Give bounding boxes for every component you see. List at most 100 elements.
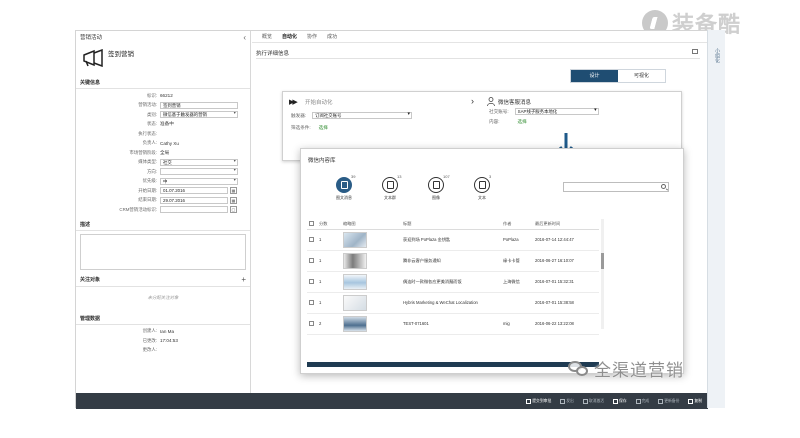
campaign-name: 签到营销 [108,51,134,58]
condition-select-link[interactable]: 选择 [319,125,328,131]
update-backup-button[interactable]: 更新备份 [658,399,679,404]
field-media-type: 媒体类型: 社交 [76,158,250,168]
table-header-row: 分数 缩略图 标题 作者 最后更新时间 [307,219,599,230]
news-icon [336,177,352,193]
start-date-input[interactable]: 01.07.2016 [160,187,228,195]
col-title[interactable]: 标题 [401,219,501,230]
section-admin-title: 管理数据 [76,313,250,325]
row-checkbox[interactable] [307,250,317,272]
tab-collaboration[interactable]: 协作 [307,33,317,40]
row-date: 2016-07-01 15:38:58 [533,292,599,314]
content-table: 分数 缩略图 标题 作者 最后更新时间 1 获迎到场 PoPlaza 金钥匙 P… [307,219,599,335]
search-icon[interactable] [661,184,666,189]
table-row[interactable]: 1 Hybris Marketing & WeChat Localization… [307,292,599,314]
row-checkbox[interactable] [307,229,317,251]
table-row[interactable]: 1 腾非云客户服务通知 缘卡卡管 2016-06-27 16:10:07 [307,250,599,272]
table-scrollbar[interactable] [601,219,604,329]
deactivate-button[interactable]: 取消激活 [583,399,604,404]
field-changed-by: 更改人: [142,347,157,353]
campaign-detail-panel: 营销活动 ‹ 签到营销 关键信息 标识: 66212 营销活动: 签到营销 类别: 微… [76,31,251,409]
tab-automation[interactable]: 自动化 [282,33,297,40]
row-author: mig [501,313,533,335]
end-date-input[interactable]: 29.07.2016 [160,196,228,204]
document-icon [382,177,398,193]
action-content-row: 内容: 选择 [489,119,527,125]
collapse-panel-button[interactable]: ‹ [243,33,246,42]
col-author[interactable]: 作者 [501,219,533,230]
type-text[interactable]: 3 文本 [459,174,505,201]
col-last-updated[interactable]: 最后更新时间 [533,219,599,230]
bottom-toolbar: 提交到审批 发出 取消激活 保存 完成 更新备份 复制 [76,393,708,409]
row-checkbox[interactable] [307,271,317,293]
condition-label: 筛选条件: [291,125,311,130]
dialog-footer-bar [307,362,599,367]
row-title: 偶连时一款微各应更美消麵而饭 [401,271,501,293]
field-type: 类别: 微信基于触发器的营销 [76,110,250,120]
megaphone-icon [83,49,103,67]
row-thumbnail [341,229,401,251]
row-author: 上海微信 [501,271,533,293]
media-type-select[interactable]: 社交 [160,158,238,166]
col-score[interactable]: 分数 [317,219,341,230]
trigger-select[interactable]: 订阅社交账号 [312,112,413,119]
direction-select[interactable] [160,168,238,176]
submit-approval-button[interactable]: 提交到审批 [526,399,551,404]
row-date: 2016-06-22 13:22:08 [533,313,599,335]
row-date: 2016-07-01 15:32:31 [533,271,599,293]
view-mode-toggle: 设计 可视化 [570,69,666,83]
copy-button[interactable]: 复制 [688,399,702,404]
row-author: 缘卡卡管 [501,250,533,272]
content-type-filter: 39 图文消息 13 文本群 107 图像 3 文本 [321,174,505,201]
field-id: 标识: 66212 [146,92,173,99]
add-target-button[interactable]: + [241,275,246,284]
row-author [501,292,533,314]
select-all-checkbox[interactable] [307,219,317,230]
side-panel-strip[interactable]: 小组化 [707,30,725,408]
design-view-button[interactable]: 设计 [571,70,618,82]
save-button[interactable]: 保存 [613,399,627,404]
row-thumbnail [341,271,401,293]
send-button[interactable]: 发出 [560,399,574,404]
priority-select[interactable]: 中 [160,177,238,185]
field-name: 营销活动: 签到营销 [76,101,250,111]
visual-view-button[interactable]: 可视化 [618,70,665,82]
execution-details-title: 执行详细信息 [256,51,290,57]
table-row[interactable]: 1 偶连时一款微各应更美消麵而饭 上海微信 2016-07-01 15:32:3… [307,271,599,293]
trigger-title: 开始自动化 [305,100,333,106]
scrollbar-thumb[interactable] [601,253,604,269]
crm-id-input[interactable] [160,206,228,214]
row-checkbox[interactable] [307,313,317,335]
row-author: PoPlaza [501,229,533,251]
maximize-icon[interactable] [692,49,698,54]
row-score: 1 [317,250,341,272]
type-text-group[interactable]: 13 文本群 [367,174,413,201]
type-news-message[interactable]: 39 图文消息 [321,174,367,201]
field-created-by: 创建人: Ian Ma [142,328,175,334]
action-account-select[interactable]: SAP线子服务本地化 [514,108,599,115]
dialog-title: 微信内容库 [308,158,336,164]
thumbnail-image [343,294,367,311]
row-checkbox[interactable] [307,292,317,314]
trigger-label: 触发器: [291,112,307,118]
table-row[interactable]: 2 TEST-071601 mig 2016-06-22 13:22:08 [307,313,599,335]
value-help-icon[interactable]: ▢ [230,206,237,214]
table-row[interactable]: 1 获迎到场 PoPlaza 金钥匙 PoPlaza 2016-07-14 12… [307,229,599,251]
field-end-date: 结束日期: 29.07.2016 ▦ [138,196,237,204]
action-content-select-link[interactable]: 选择 [517,119,526,125]
tab-success[interactable]: 成功 [327,33,337,40]
campaign-title-block: 签到营销 [76,43,250,77]
content-search-input[interactable] [563,182,669,192]
campaign-name-input[interactable]: 签到营销 [160,101,238,109]
description-textarea[interactable] [80,233,246,270]
campaign-type-select[interactable]: 微信基于触发器的营销 [160,111,238,119]
field-status: 状态: 准备中 [146,121,174,127]
col-thumbnail[interactable]: 缩略图 [341,219,401,230]
calendar-icon[interactable]: ▦ [230,187,237,195]
side-panel-label: 小组化 [714,48,720,63]
type-image[interactable]: 107 图像 [413,174,459,201]
row-title: Hybris Marketing & WeChat Localization [401,292,501,314]
tab-overview[interactable]: 概览 [262,33,272,40]
calendar-icon[interactable]: ▦ [230,196,237,204]
section-notes-title: 描述 [76,219,250,231]
complete-button[interactable]: 完成 [636,399,650,404]
